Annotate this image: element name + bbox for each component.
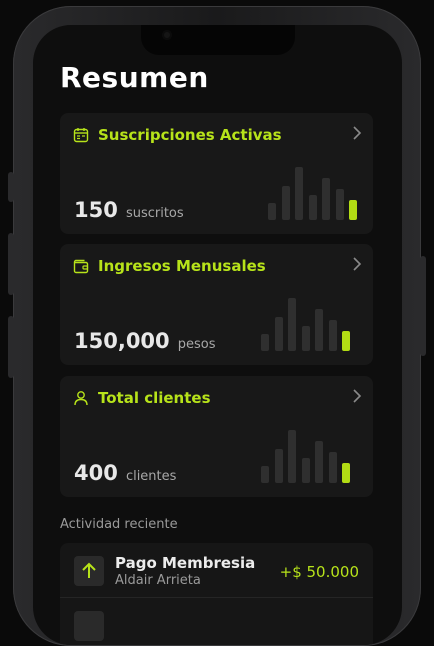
chart-bar [261,466,269,483]
card-value-unit: clientes [125,469,177,484]
chart-bar [288,298,296,351]
card-value: 150,000 pesos [74,329,216,353]
page-title: Resumen [60,61,209,94]
screen: Resumen Suscripciones Activas 150 suscri… [33,25,402,645]
card-title: Total clientes [98,389,211,407]
chevron-right-icon[interactable] [351,389,363,403]
calendar-icon [73,128,89,143]
mini-bar-chart [268,164,360,220]
front-camera [162,30,172,40]
chart-bar [295,167,303,220]
phone-volume-up [8,233,14,295]
card-value-number: 150,000 [74,329,170,353]
card-value: 150 suscritos [74,198,184,222]
card-value-number: 400 [74,461,118,485]
chart-bar [335,189,344,220]
chart-bar [322,178,330,220]
phone-mute-switch [8,172,14,202]
phone-power-button [420,256,426,356]
arrow-up-icon [74,556,104,586]
chart-bar [315,441,323,483]
chart-bar [288,430,296,483]
card-value: 400 clientes [74,461,176,485]
activity-amount: +$ 50.000 [279,563,359,581]
card-title: Ingresos Menusales [98,257,266,275]
card-suscripciones-activas[interactable]: Suscripciones Activas 150 suscritos [60,113,373,234]
card-value-unit: suscritos [125,206,184,221]
chevron-right-icon[interactable] [351,126,363,140]
card-total-clientes[interactable]: Total clientes 400 clientes [60,376,373,497]
mini-bar-chart [261,295,353,351]
chart-bar [328,452,337,483]
card-value-number: 150 [74,198,118,222]
chart-bar [308,195,317,220]
chart-bar [268,203,276,220]
chart-bar [274,317,283,351]
chart-bar [281,186,290,220]
activity-subtitle: Aldair Arrieta [115,573,201,588]
chart-bar [301,326,310,351]
card-value-unit: pesos [177,337,216,352]
activity-item-partial[interactable] [60,598,373,645]
user-icon [74,391,88,406]
activity-item[interactable]: Pago Membresia Aldair Arrieta +$ 50.000 [60,543,373,598]
chart-bar-current [342,331,350,351]
activity-icon [74,611,104,641]
card-ingresos-menusales[interactable]: Ingresos Menusales 150,000 pesos [60,244,373,365]
chart-bar [301,458,310,483]
notch [141,25,295,55]
chart-bar [315,309,323,351]
chart-bar-current [349,200,357,220]
card-title: Suscripciones Activas [98,126,282,144]
phone-volume-down [8,316,14,378]
chart-bar [274,449,283,483]
activity-title: Pago Membresia [115,554,256,572]
wallet-icon [73,259,89,274]
chart-bar [261,334,269,351]
mini-bar-chart [261,427,353,483]
chevron-right-icon[interactable] [351,257,363,271]
section-label-actividad-reciente: Actividad reciente [60,517,178,532]
chart-bar [328,320,337,351]
chart-bar-current [342,463,350,483]
